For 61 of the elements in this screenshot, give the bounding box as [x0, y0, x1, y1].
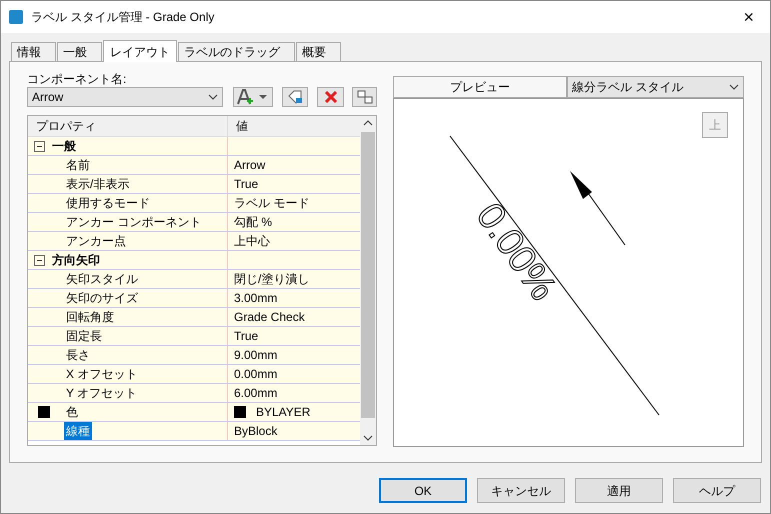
- add-component-button[interactable]: [233, 87, 274, 107]
- group-label: 一般: [52, 138, 76, 155]
- property-value: 3.00mm: [234, 290, 278, 307]
- tab[interactable]: レイアウト: [103, 40, 177, 62]
- component-dropdown[interactable]: Arrow: [27, 87, 224, 107]
- property-value: Grade Check: [234, 309, 305, 326]
- copy-component-button[interactable]: [282, 87, 308, 107]
- scrollbar[interactable]: [360, 116, 376, 445]
- column-header: 値: [235, 118, 249, 135]
- arrange-icon: [356, 90, 373, 104]
- group-label: 方向矢印: [52, 252, 100, 269]
- component-label: コンポーネント名:: [27, 72, 128, 86]
- property-value: 0.00mm: [234, 366, 278, 383]
- property-name: 回転角度: [66, 309, 114, 326]
- property-name: 長さ: [66, 347, 90, 364]
- dialog-button[interactable]: OK: [379, 478, 467, 503]
- delete-icon: [324, 91, 337, 103]
- style-dropdown[interactable]: 線分ラベル スタイル: [567, 76, 744, 98]
- property-name: 表示/非表示: [66, 176, 130, 193]
- close-button[interactable]: ×: [735, 8, 762, 26]
- property-name: 固定長: [66, 328, 102, 345]
- window-title: ラベル スタイル管理 - Grade Only: [31, 9, 214, 26]
- property-name: 矢印のサイズ: [66, 290, 138, 307]
- property-value: True: [234, 176, 258, 193]
- tab[interactable]: ラベルのドラッグ: [178, 42, 295, 61]
- property-value: True: [234, 328, 258, 345]
- property-value: 6.00mm: [234, 385, 278, 402]
- property-name: 使用するモード: [66, 195, 150, 212]
- property-value: BYLAYER: [256, 404, 310, 421]
- property-name: 矢印スタイル: [66, 271, 138, 288]
- column-header: プロパティ: [28, 116, 228, 136]
- property-name: X オフセット: [66, 366, 138, 383]
- tab[interactable]: 一般: [57, 42, 102, 61]
- text-add-icon: [237, 89, 270, 105]
- collapse-icon[interactable]: [34, 140, 45, 152]
- dialog-button[interactable]: ヘルプ: [673, 478, 761, 503]
- property-name: アンカー点: [66, 233, 126, 250]
- property-value: ByBlock: [234, 423, 278, 440]
- property-value: 閉じ/塗り潰し: [234, 271, 310, 288]
- property-value: 上中心: [234, 233, 270, 250]
- delete-button[interactable]: [317, 87, 344, 107]
- property-name: アンカー コンポーネント: [66, 214, 202, 231]
- property-name: 色: [66, 404, 78, 421]
- property-name: 線種: [64, 422, 92, 440]
- chevron-down-icon: [729, 84, 739, 90]
- dialog-button[interactable]: 適用: [575, 478, 663, 503]
- property-name: 名前: [66, 157, 90, 174]
- property-value: Arrow: [234, 157, 266, 174]
- collapse-icon[interactable]: [34, 254, 45, 266]
- tag-icon: [287, 90, 304, 104]
- property-value: 9.00mm: [234, 347, 278, 364]
- tab[interactable]: 概要: [296, 42, 341, 61]
- app-icon: [9, 10, 23, 24]
- dialog-button[interactable]: キャンセル: [477, 478, 565, 503]
- chevron-down-icon: [208, 94, 218, 100]
- arrange-button[interactable]: [352, 87, 378, 107]
- preview-tab[interactable]: プレビュー: [393, 76, 567, 98]
- property-name: Y オフセット: [66, 385, 138, 402]
- tab[interactable]: 情報: [11, 42, 56, 61]
- property-value: 勾配 %: [234, 214, 272, 231]
- property-value: ラベル モード: [234, 195, 310, 212]
